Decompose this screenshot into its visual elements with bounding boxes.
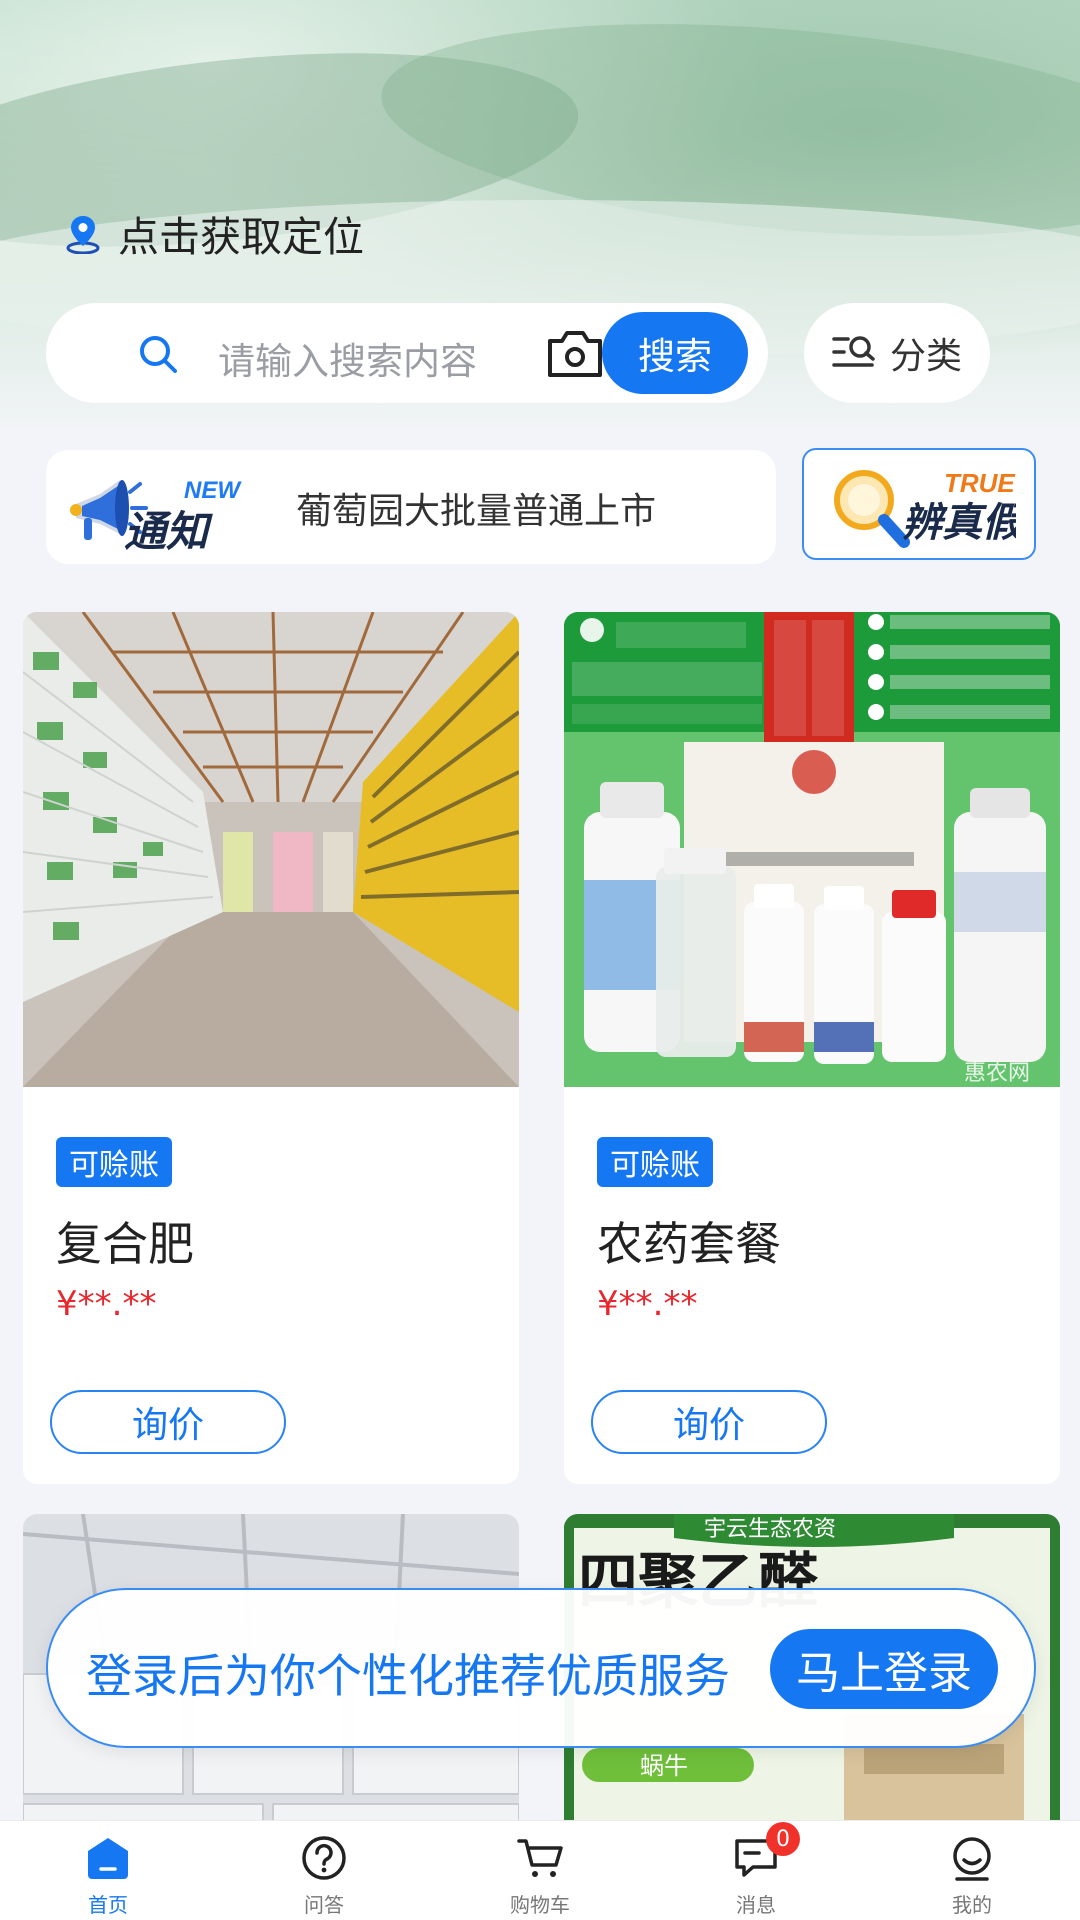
credit-tag: 可赊账 <box>597 1137 713 1187</box>
location-text: 点击获取定位 <box>118 213 364 261</box>
category-label: 分类 <box>889 336 962 377</box>
inquire-button[interactable]: 询价 <box>591 1390 827 1454</box>
megaphone-new-notice-icon: NEW 通知 <box>70 477 242 556</box>
header-hero: 点击获取定位 请输入搜索内容 搜索 分类 <box>0 0 1080 430</box>
tab-label: 购物车 <box>510 1893 570 1917</box>
inquire-button[interactable]: 询价 <box>50 1390 286 1454</box>
notice-text: 葡萄园大批量普通上市 <box>296 491 657 532</box>
tab-label: 问答 <box>304 1893 344 1917</box>
profile-icon <box>953 1837 991 1881</box>
notice-section: NEW 通知 葡萄园大批量普通上市 TRUE 辨真假 <box>0 430 1080 576</box>
svg-text:NEW: NEW <box>184 477 242 504</box>
category-list-icon <box>832 336 875 367</box>
search-input[interactable]: 请输入搜索内容 <box>218 331 477 385</box>
svg-text:宇云生态农资: 宇云生态农资 <box>704 1517 836 1542</box>
tab-qa[interactable]: 问答 <box>216 1821 432 1920</box>
search-icon <box>140 336 177 373</box>
svg-text:TRUE: TRUE <box>944 468 1015 498</box>
tab-messages[interactable]: 0 消息 <box>648 1821 864 1920</box>
product-card[interactable]: 惠农网 可赊账 农药套餐 ¥**.** 询价 <box>564 612 1060 1484</box>
bottom-tab-bar: 首页 问答 购物车 0 消息 我的 <box>0 1820 1080 1920</box>
tab-home[interactable]: 首页 <box>0 1821 216 1920</box>
question-icon <box>302 1836 346 1880</box>
svg-text:通知: 通知 <box>124 507 213 556</box>
svg-text:蜗牛: 蜗牛 <box>640 1752 688 1780</box>
camera-icon[interactable] <box>546 327 604 379</box>
login-prompt-text: 登录后为你个性化推荐优质服务 <box>86 1649 730 1703</box>
product-price: ¥**.** <box>597 1284 698 1324</box>
product-card[interactable]: 可赊账 复合肥 ¥**.** 询价 <box>23 612 519 1484</box>
product-price: ¥**.** <box>56 1284 157 1324</box>
tab-profile[interactable]: 我的 <box>864 1821 1080 1920</box>
magnifier-true-verify-icon: TRUE 辨真假 <box>834 468 1016 548</box>
search-button[interactable]: 搜索 <box>602 312 748 394</box>
notice-bar[interactable]: NEW 通知 葡萄园大批量普通上市 <box>46 450 776 564</box>
svg-text:惠农网: 惠农网 <box>964 1061 1030 1086</box>
message-count-badge: 0 <box>766 1822 800 1856</box>
login-now-button[interactable]: 马上登录 <box>770 1629 998 1709</box>
product-name: 复合肥 <box>56 1217 194 1271</box>
tab-label: 我的 <box>952 1893 992 1917</box>
tab-label: 首页 <box>88 1893 128 1917</box>
product-image-warehouse[interactable] <box>23 612 519 1087</box>
cart-icon <box>517 1839 563 1877</box>
svg-text:辨真假: 辨真假 <box>902 500 1016 546</box>
product-name: 农药套餐 <box>597 1217 781 1271</box>
verify-authenticity-button[interactable]: TRUE 辨真假 <box>802 448 1036 560</box>
credit-tag: 可赊账 <box>56 1137 172 1187</box>
search-bar[interactable]: 请输入搜索内容 搜索 <box>46 303 768 403</box>
category-button[interactable]: 分类 <box>804 303 990 403</box>
tab-cart[interactable]: 购物车 <box>432 1821 648 1920</box>
product-image-pesticide-kit[interactable]: 惠农网 <box>564 612 1060 1087</box>
tab-label: 消息 <box>736 1893 776 1917</box>
home-icon <box>88 1838 128 1879</box>
location-pin-icon <box>66 216 100 254</box>
location-button[interactable]: 点击获取定位 <box>62 205 364 261</box>
login-prompt-banner: 登录后为你个性化推荐优质服务 马上登录 <box>46 1588 1036 1748</box>
